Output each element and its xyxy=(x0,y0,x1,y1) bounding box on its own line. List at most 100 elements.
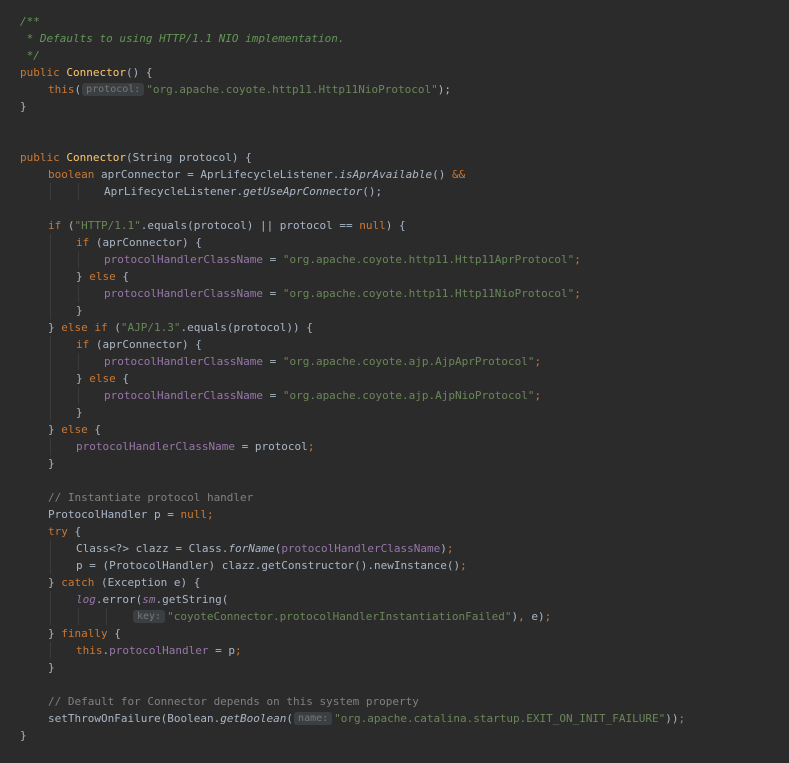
code-token: } xyxy=(48,423,62,436)
code-token: // Instantiate protocol handler xyxy=(48,491,254,504)
code-token: setThrowOnFailure(Boolean. xyxy=(48,712,221,725)
code-token: else if xyxy=(61,321,115,334)
code-token: null; xyxy=(180,508,214,521)
code-token: (); xyxy=(362,185,383,198)
code-line[interactable]: } else { xyxy=(20,268,685,285)
code-token: () xyxy=(432,168,452,181)
code-token: .equals(protocol) || protocol == xyxy=(140,219,360,232)
code-line[interactable]: */ xyxy=(20,47,685,64)
code-line[interactable]: /** xyxy=(20,13,685,30)
code-token: protocolHandler xyxy=(109,644,209,657)
code-token: protocolHandlerClassName xyxy=(104,389,263,402)
code-line[interactable]: ProtocolHandler p = null; xyxy=(20,506,685,523)
code-editor[interactable]: /** * Defaults to using HTTP/1.1 NIO imp… xyxy=(0,0,789,763)
code-token: catch xyxy=(61,576,101,589)
code-token: forName xyxy=(228,542,275,555)
code-line[interactable]: this(protocol: "org.apache.coyote.http11.… xyxy=(20,81,685,98)
code-token: (aprConnector) { xyxy=(95,338,202,351)
indent-guide xyxy=(50,557,51,574)
code-token: sm xyxy=(142,593,156,606)
code-token: .error( xyxy=(95,593,143,606)
code-token: { xyxy=(122,372,129,385)
code-line[interactable]: AprLifecycleListener.getUseAprConnector(… xyxy=(20,183,685,200)
code-token: ( xyxy=(114,321,121,334)
code-line[interactable]: this.protocolHandler = p; xyxy=(20,642,685,659)
code-area[interactable]: /** * Defaults to using HTTP/1.1 NIO imp… xyxy=(20,13,685,744)
indent-guide xyxy=(50,370,51,387)
code-line[interactable]: } xyxy=(20,455,685,472)
code-line[interactable]: try { xyxy=(20,523,685,540)
code-token: ; xyxy=(234,644,242,657)
indent-guide xyxy=(78,353,79,370)
code-token: { xyxy=(94,423,101,436)
code-line[interactable]: protocolHandlerClassName = "org.apache.c… xyxy=(20,251,685,268)
code-token: if xyxy=(76,236,96,249)
code-token: (aprConnector) { xyxy=(95,236,202,249)
code-token: protocolHandlerClassName xyxy=(104,253,263,266)
code-line[interactable]: } finally { xyxy=(20,625,685,642)
indent-guide xyxy=(106,608,107,625)
code-token: ; xyxy=(534,355,542,368)
code-token: Class<?> clazz = Class. xyxy=(76,542,229,555)
code-token: ; xyxy=(678,712,686,725)
indent-guide xyxy=(50,302,51,319)
code-line[interactable]: boolean aprConnector = AprLifecycleListe… xyxy=(20,166,685,183)
code-line[interactable]: } catch (Exception e) { xyxy=(20,574,685,591)
code-line[interactable]: } xyxy=(20,98,685,115)
code-token: protocolHandlerClassName xyxy=(76,440,235,453)
code-line[interactable]: } xyxy=(20,659,685,676)
code-line[interactable]: } else if ("AJP/1.3".equals(protocol)) { xyxy=(20,319,685,336)
code-line[interactable]: public Connector() { xyxy=(20,64,685,81)
code-token: = xyxy=(262,287,283,300)
code-token: } xyxy=(48,576,62,589)
code-line[interactable] xyxy=(20,115,685,132)
code-line[interactable]: } xyxy=(20,302,685,319)
code-line[interactable]: // Default for Connector depends on this… xyxy=(20,693,685,710)
indent-guide xyxy=(50,234,51,251)
parameter-hint: name: xyxy=(294,712,333,725)
code-token: ; xyxy=(574,253,581,266)
code-line[interactable] xyxy=(20,200,685,217)
code-line[interactable]: if ("HTTP/1.1".equals(protocol) || proto… xyxy=(20,217,685,234)
code-token: getBoolean xyxy=(220,712,287,725)
code-token: protocolHandlerClassName xyxy=(281,542,441,555)
code-line[interactable]: * Defaults to using HTTP/1.1 NIO impleme… xyxy=(20,30,685,47)
code-token: ; xyxy=(446,542,454,555)
code-line[interactable]: if (aprConnector) { xyxy=(20,336,685,353)
code-token: "org.apache.coyote.http11.Http11NioProto… xyxy=(282,287,575,300)
code-line[interactable] xyxy=(20,472,685,489)
code-line[interactable]: protocolHandlerClassName = protocol; xyxy=(20,438,685,455)
code-token: = xyxy=(262,389,283,402)
code-line[interactable]: protocolHandlerClassName = "org.apache.c… xyxy=(20,285,685,302)
code-token: getUseAprConnector xyxy=(243,185,363,198)
code-line[interactable] xyxy=(20,676,685,693)
code-token: ) xyxy=(440,542,447,555)
indent-guide xyxy=(50,387,51,404)
code-line[interactable]: } xyxy=(20,404,685,421)
code-token: aprConnector = AprLifecycleListener. xyxy=(100,168,340,181)
indent-guide xyxy=(50,336,51,353)
code-line[interactable]: key: "coyoteConnector.protocolHandlerInst… xyxy=(20,608,685,625)
code-line[interactable]: if (aprConnector) { xyxy=(20,234,685,251)
code-line[interactable]: protocolHandlerClassName = "org.apache.c… xyxy=(20,353,685,370)
code-line[interactable]: // Instantiate protocol handler xyxy=(20,489,685,506)
code-token: ( xyxy=(67,219,75,232)
code-line[interactable]: } else { xyxy=(20,421,685,438)
indent-guide xyxy=(50,438,51,455)
code-line[interactable]: public Connector(String protocol) { xyxy=(20,149,685,166)
code-line[interactable]: Class<?> clazz = Class.forName(protocolH… xyxy=(20,540,685,557)
code-line[interactable]: p = (ProtocolHandler) clazz.getConstruct… xyxy=(20,557,685,574)
code-line[interactable]: log.error(sm.getString( xyxy=(20,591,685,608)
indent-guide xyxy=(50,268,51,285)
code-token: ; xyxy=(534,389,542,402)
code-line[interactable]: } else { xyxy=(20,370,685,387)
code-token: Connector xyxy=(66,66,126,79)
code-token: ( xyxy=(74,83,82,96)
code-line[interactable] xyxy=(20,132,685,149)
code-line[interactable]: protocolHandlerClassName = "org.apache.c… xyxy=(20,387,685,404)
code-token: * Defaults to using HTTP/1.1 NIO impleme… xyxy=(20,32,345,45)
code-token: (Exception e) { xyxy=(101,576,201,589)
code-line[interactable]: } xyxy=(20,727,685,744)
code-line[interactable]: setThrowOnFailure(Boolean.getBoolean(nam… xyxy=(20,710,685,727)
indent-guide xyxy=(50,183,51,200)
